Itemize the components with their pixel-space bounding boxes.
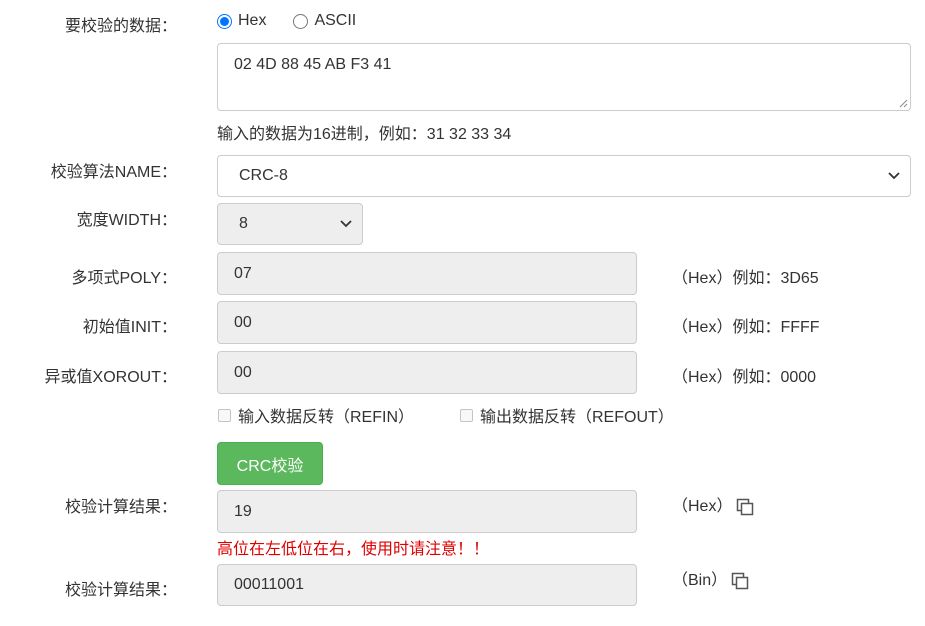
algorithm-select[interactable]: CRC-8 (217, 155, 911, 197)
init-hint: （Hex）例如：FFFF (672, 319, 820, 336)
copy-icon[interactable] (736, 498, 754, 516)
algorithm-label: 校验算法NAME： (50, 164, 177, 181)
chevron-down-icon (888, 172, 900, 180)
resize-handle-icon[interactable] (899, 99, 908, 108)
data-hint: 输入的数据为16进制，例如：31 32 33 34 (217, 126, 512, 143)
result-bin-output[interactable]: 00011001 (217, 564, 637, 606)
result-hex-label: 校验计算结果： (64, 499, 177, 516)
init-label: 初始值INIT： (82, 319, 177, 336)
refout-label: 输出数据反转（REFOUT） (480, 409, 674, 426)
width-label: 宽度WIDTH： (76, 212, 177, 229)
result-hex-unit-group: （Hex） (672, 492, 754, 516)
result-hex-output[interactable]: 19 (217, 490, 637, 533)
result-hex-value: 19 (234, 502, 252, 520)
result-bin-label: 校验计算结果： (64, 582, 177, 599)
result-bin-unit: （Bin） (672, 572, 728, 589)
width-selected-value: 8 (239, 215, 248, 232)
poly-value: 07 (234, 264, 252, 282)
refout-checkbox[interactable] (460, 408, 473, 422)
width-select[interactable]: 8 (217, 203, 363, 245)
radio-checked-icon[interactable] (217, 13, 232, 29)
result-warning: 高位在左低位在右，使用时请注意！！ (217, 541, 490, 558)
copy-icon[interactable] (731, 572, 749, 590)
format-hex-radio[interactable]: Hex (217, 12, 266, 30)
result-bin-unit-group: （Bin） (672, 566, 749, 590)
crc-check-button[interactable]: CRC校验 (217, 442, 323, 485)
init-value: 00 (234, 313, 252, 331)
result-hex-unit: （Hex） (672, 498, 733, 515)
format-ascii-radio[interactable]: ASCII (293, 12, 356, 30)
chevron-down-icon (340, 220, 352, 228)
xorout-hint: （Hex）例如：0000 (672, 369, 817, 386)
init-input[interactable]: 00 (217, 301, 637, 344)
xorout-label: 异或值XOROUT： (44, 369, 177, 386)
data-label: 要校验的数据： (64, 18, 177, 35)
poly-input[interactable]: 07 (217, 252, 637, 295)
refin-option[interactable]: 输入数据反转（REFIN） (218, 403, 414, 427)
xorout-value: 00 (234, 363, 252, 381)
refout-option[interactable]: 输出数据反转（REFOUT） (460, 403, 674, 427)
radio-unchecked-icon[interactable] (293, 13, 309, 29)
refin-checkbox[interactable] (218, 408, 231, 422)
format-ascii-label: ASCII (314, 12, 357, 29)
algorithm-selected-value: CRC-8 (239, 167, 288, 184)
result-bin-value: 00011001 (234, 576, 304, 593)
format-hex-label: Hex (238, 12, 267, 29)
xorout-input[interactable]: 00 (217, 351, 637, 394)
refin-label: 输入数据反转（REFIN） (238, 409, 415, 426)
poly-hint: （Hex）例如：3D65 (672, 270, 819, 287)
format-radio-group: Hex ASCII (217, 12, 383, 30)
data-textarea-value: 02 4D 88 45 AB F3 41 (234, 56, 392, 73)
data-textarea[interactable]: 02 4D 88 45 AB F3 41 (217, 43, 911, 111)
poly-label: 多项式POLY： (71, 270, 177, 287)
